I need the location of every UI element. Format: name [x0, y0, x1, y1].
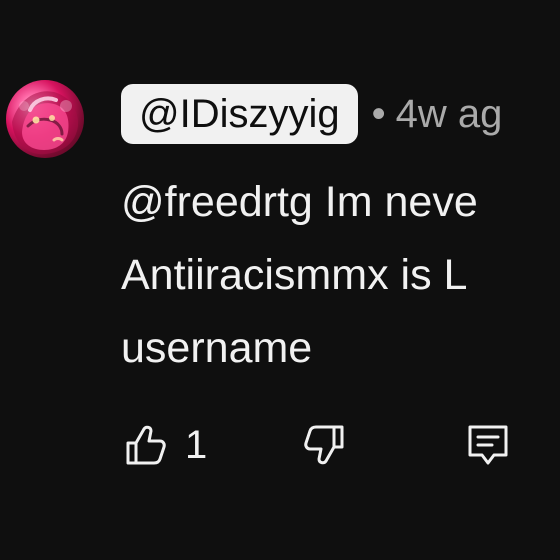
comment-timestamp: 4w ag [395, 92, 503, 136]
thumbs-down-icon [304, 425, 344, 465]
comment-text: @freedrtg Im neve Antiiracismmx is L use… [121, 166, 560, 385]
comment-line: @freedrtg Im neve [121, 178, 478, 226]
thumbs-up-icon [126, 425, 166, 465]
like-button[interactable] [121, 420, 171, 470]
comment-actions: 1 [121, 420, 513, 470]
comment-icon [468, 425, 508, 465]
avatar[interactable] [6, 80, 84, 158]
meta-separator: • [371, 92, 386, 136]
comment-header: @IDiszyyig • 4w ag [121, 83, 502, 145]
comment-line: username [121, 324, 313, 372]
dislike-button[interactable] [299, 420, 349, 470]
like-count: 1 [185, 423, 208, 467]
avatar-image [12, 91, 79, 155]
author-handle-pill[interactable]: @IDiszyyig [121, 84, 358, 144]
reply-button[interactable] [463, 420, 513, 470]
comment-line: Antiiracismmx is L [121, 251, 468, 299]
